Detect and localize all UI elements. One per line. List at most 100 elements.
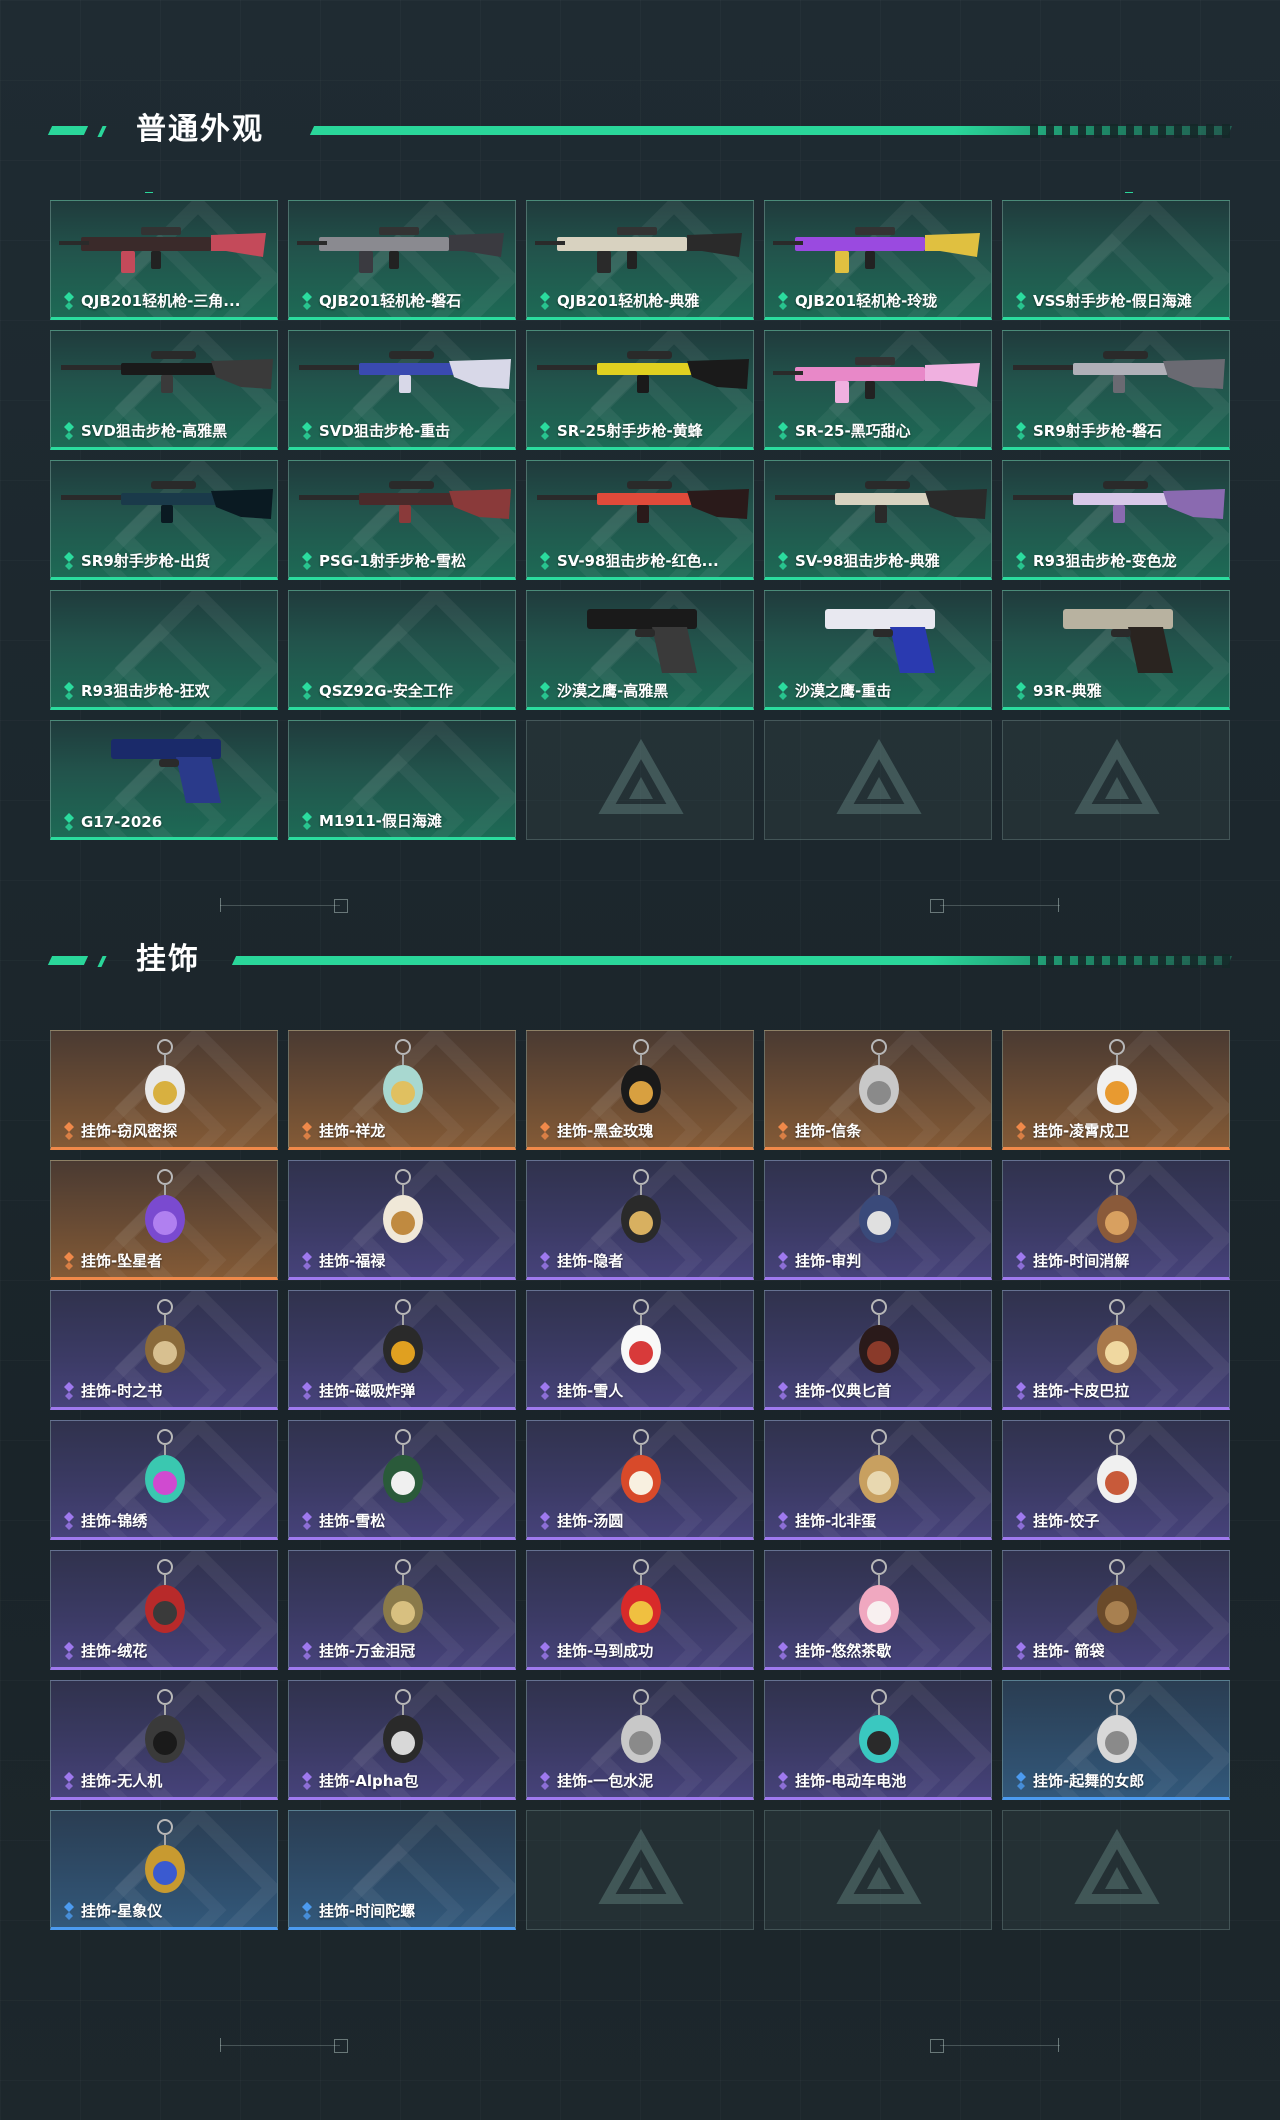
charm-image: [859, 1299, 899, 1373]
item-name: 93R-典雅: [1033, 682, 1102, 700]
item-card[interactable]: SV-98狙击步枪-红色...: [526, 460, 754, 580]
rarity-diamond-icon: [64, 291, 74, 310]
item-card[interactable]: 挂饰-饺子: [1002, 1420, 1230, 1540]
item-card[interactable]: SR9射手步枪-磐石: [1002, 330, 1230, 450]
rarity-diamond-icon: [778, 681, 788, 700]
item-label-row: QJB201轻机枪-玲珑: [777, 290, 937, 311]
item-card[interactable]: 挂饰-黑金玫瑰: [526, 1030, 754, 1150]
item-card[interactable]: SR9射手步枪-出货: [50, 460, 278, 580]
item-card[interactable]: QJB201轻机枪-玲珑: [764, 200, 992, 320]
item-name: 挂饰-黑金玫瑰: [557, 1122, 654, 1140]
item-card[interactable]: 挂饰-电动车电池: [764, 1680, 992, 1800]
item-card[interactable]: 挂饰-雪人: [526, 1290, 754, 1410]
rarity-diamond-icon: [302, 291, 312, 310]
item-label-row: 挂饰-隐者: [539, 1250, 623, 1271]
charm-image: [1097, 1429, 1137, 1503]
item-card[interactable]: 挂饰-窃风密探: [50, 1030, 278, 1150]
item-card[interactable]: 挂饰-福禄: [288, 1160, 516, 1280]
item-card[interactable]: QJB201轻机枪-典雅: [526, 200, 754, 320]
charm-image: [621, 1039, 661, 1113]
item-card[interactable]: 挂饰-星象仪: [50, 1810, 278, 1930]
header-accent-bar: [47, 956, 89, 965]
item-label-row: 挂饰-审判: [777, 1250, 861, 1271]
item-label-row: G17-2026: [63, 813, 162, 831]
item-card[interactable]: 沙漠之鹰-高雅黑: [526, 590, 754, 710]
item-label-row: SV-98狙击步枪-红色...: [539, 550, 719, 571]
item-card[interactable]: 挂饰-无人机: [50, 1680, 278, 1800]
item-name: SVD狙击步枪-重击: [319, 422, 451, 440]
item-name: 挂饰-雪松: [319, 1512, 386, 1530]
charm-image: [145, 1169, 185, 1243]
item-card[interactable]: QJB201轻机枪-三角...: [50, 200, 278, 320]
item-card[interactable]: 93R-典雅: [1002, 590, 1230, 710]
item-label-row: VSS射手步枪-假日海滩: [1015, 290, 1192, 311]
item-name: 挂饰-起舞的女郎: [1033, 1772, 1145, 1790]
item-card[interactable]: R93狙击步枪-变色龙: [1002, 460, 1230, 580]
item-card[interactable]: QJB201轻机枪-磐石: [288, 200, 516, 320]
item-label-row: 挂饰-汤圆: [539, 1510, 623, 1531]
charm-image: [859, 1039, 899, 1113]
item-label-row: SR-25-黑巧甜心: [777, 420, 911, 441]
rarity-diamond-icon: [302, 1771, 312, 1790]
item-card[interactable]: SR-25射手步枪-黄蜂: [526, 330, 754, 450]
item-card[interactable]: 挂饰-坠星者: [50, 1160, 278, 1280]
charm-image: [145, 1039, 185, 1113]
item-label-row: 挂饰-饺子: [1015, 1510, 1099, 1531]
item-card[interactable]: 挂饰- 箭袋: [1002, 1550, 1230, 1670]
rarity-diamond-icon: [64, 1901, 74, 1920]
item-card[interactable]: 挂饰-北非蛋: [764, 1420, 992, 1540]
rarity-diamond-icon: [1016, 421, 1026, 440]
item-card[interactable]: VSS射手步枪-假日海滩: [1002, 200, 1230, 320]
item-card[interactable]: 挂饰-马到成功: [526, 1550, 754, 1670]
charm-image: [859, 1169, 899, 1243]
item-card[interactable]: 挂饰-锦绣: [50, 1420, 278, 1540]
rarity-diamond-icon: [778, 421, 788, 440]
item-card[interactable]: 挂饰-信条: [764, 1030, 992, 1150]
item-name: SR-25射手步枪-黄蜂: [557, 422, 703, 440]
item-card[interactable]: SV-98狙击步枪-典雅: [764, 460, 992, 580]
item-label-row: 挂饰-无人机: [63, 1770, 162, 1791]
item-name: 挂饰-时间陀螺: [319, 1902, 416, 1920]
item-card[interactable]: 挂饰-时间消解: [1002, 1160, 1230, 1280]
item-card[interactable]: PSG-1射手步枪-雪松: [288, 460, 516, 580]
item-card[interactable]: QSZ92G-安全工作: [288, 590, 516, 710]
rarity-diamond-icon: [302, 811, 312, 830]
rifle-image: [773, 227, 980, 273]
item-label-row: 挂饰-磁吸炸弹: [301, 1380, 415, 1401]
item-card[interactable]: 挂饰-悠然茶歇: [764, 1550, 992, 1670]
item-card[interactable]: SR-25-黑巧甜心: [764, 330, 992, 450]
item-card[interactable]: 挂饰-卡皮巴拉: [1002, 1290, 1230, 1410]
item-card[interactable]: 挂饰-Alpha包: [288, 1680, 516, 1800]
item-card[interactable]: 挂饰-磁吸炸弹: [288, 1290, 516, 1410]
item-name: QSZ92G-安全工作: [319, 682, 453, 700]
item-card[interactable]: 挂饰-时间陀螺: [288, 1810, 516, 1930]
item-label-row: 挂饰-马到成功: [539, 1640, 653, 1661]
charm-image: [1097, 1299, 1137, 1373]
item-card[interactable]: 挂饰-隐者: [526, 1160, 754, 1280]
item-card[interactable]: 挂饰-祥龙: [288, 1030, 516, 1150]
charm-image: [383, 1299, 423, 1373]
item-card[interactable]: 挂饰-雪松: [288, 1420, 516, 1540]
item-label-row: 挂饰-福禄: [301, 1250, 385, 1271]
charm-image: [1097, 1169, 1137, 1243]
item-card[interactable]: 挂饰-汤圆: [526, 1420, 754, 1540]
item-card[interactable]: 挂饰-审判: [764, 1160, 992, 1280]
item-name: 挂饰-绒花: [81, 1642, 148, 1660]
rarity-diamond-icon: [540, 421, 550, 440]
item-card[interactable]: 挂饰-时之书: [50, 1290, 278, 1410]
item-card[interactable]: M1911-假日海滩: [288, 720, 516, 840]
item-card[interactable]: 挂饰-仪典匕首: [764, 1290, 992, 1410]
item-card[interactable]: 挂饰-绒花: [50, 1550, 278, 1670]
item-card[interactable]: 挂饰-万金泪冠: [288, 1550, 516, 1670]
item-card[interactable]: SVD狙击步枪-重击: [288, 330, 516, 450]
item-card[interactable]: R93狙击步枪-狂欢: [50, 590, 278, 710]
item-card[interactable]: G17-2026: [50, 720, 278, 840]
item-card[interactable]: SVD狙击步枪-高雅黑: [50, 330, 278, 450]
item-card[interactable]: 沙漠之鹰-重击: [764, 590, 992, 710]
rarity-diamond-icon: [778, 1771, 788, 1790]
item-card[interactable]: 挂饰-起舞的女郎: [1002, 1680, 1230, 1800]
item-name: 挂饰-Alpha包: [319, 1772, 419, 1790]
item-card[interactable]: 挂饰-一包水泥: [526, 1680, 754, 1800]
item-card[interactable]: 挂饰-凌霄戍卫: [1002, 1030, 1230, 1150]
section-title: 普通外观: [136, 112, 264, 147]
